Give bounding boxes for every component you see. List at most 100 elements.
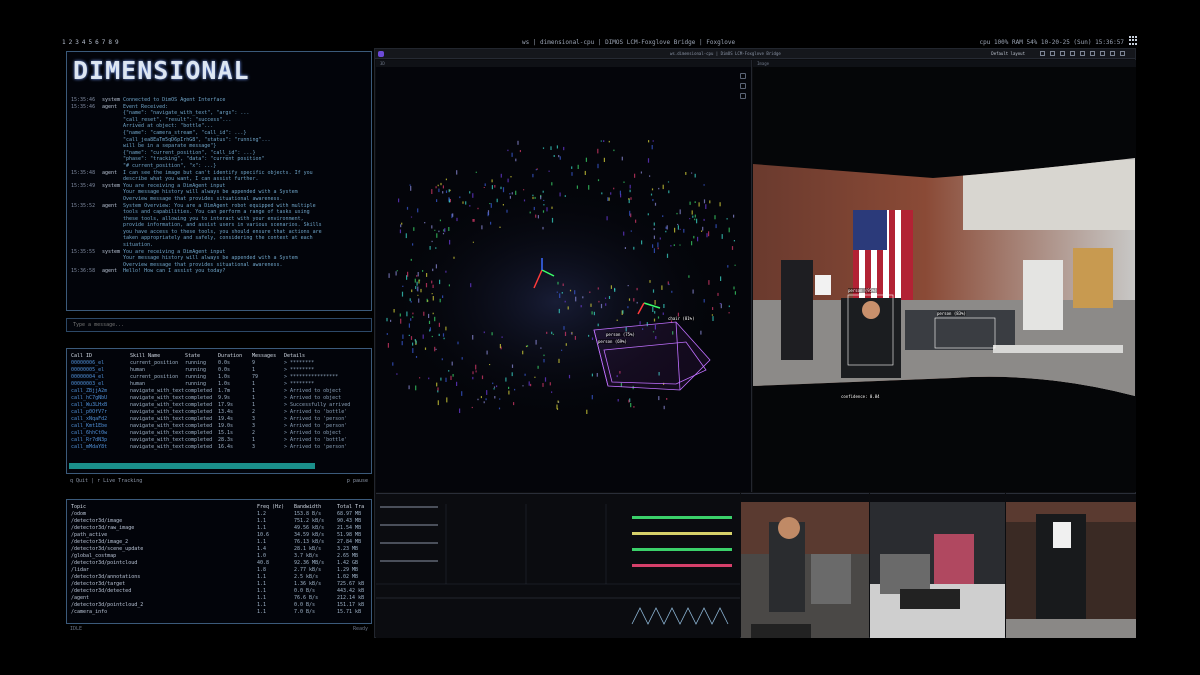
3d-panel[interactable]: 3D chair (81%) person (75%) person (69%): [376, 60, 752, 492]
message-input-box[interactable]: [66, 318, 372, 332]
skill-row[interactable]: call_Rr7dN3p navigate_with_text completed 2…: [71, 437, 367, 444]
workspace-item[interactable]: 2: [69, 39, 73, 46]
topic-row[interactable]: /path_active 10.6 34.59 kB/s 51.98 MB: [71, 532, 367, 539]
add-panel-icon[interactable]: [1050, 51, 1055, 56]
foxglove-logo-icon[interactable]: [378, 51, 384, 57]
topic-row[interactable]: /detector3d/pointcloud_2 1.1 0.0 B/s 151.17…: [71, 602, 367, 609]
topic-row[interactable]: /odom 1.2 153.8 B/s 68.97 MB: [71, 511, 367, 518]
skill-row[interactable]: call_mMdaY8t navigate_with_text completed 1…: [71, 444, 367, 451]
column-header[interactable]: Messages: [252, 353, 284, 360]
log-time: [71, 235, 102, 242]
column-header[interactable]: Details: [284, 353, 367, 360]
skill-row[interactable]: 00000003_el human running 1.0s 1 > ********: [71, 381, 367, 388]
message-input[interactable]: [67, 319, 371, 331]
column-header[interactable]: Skill Name: [130, 353, 185, 360]
layout-selector[interactable]: Default layout: [991, 51, 1025, 56]
panel-settings-icon[interactable]: [1040, 51, 1045, 56]
table-cell: > Arrived to object: [284, 388, 342, 394]
topic-row[interactable]: /detector3d/scene_update 1.4 28.1 kB/s 3.23…: [71, 546, 367, 553]
log-time: 15:35:49: [71, 182, 96, 189]
sidebar-icon[interactable]: [1090, 51, 1095, 56]
table-cell: 2.77 kB/s: [294, 567, 322, 573]
log-role: agent: [102, 202, 118, 209]
topic-row[interactable]: /detector3d/detected 1.1 0.0 B/s 443.42 kB: [71, 588, 367, 595]
workspace-item[interactable]: 4: [82, 39, 86, 46]
skill-row[interactable]: 00000004_el current_position running 1.0s 79…: [71, 374, 367, 381]
workspace-item[interactable]: 3: [75, 39, 79, 46]
log-role: system: [102, 248, 121, 255]
layout-icon[interactable]: [1060, 51, 1065, 56]
skill-row[interactable]: call_Wu3LHxB navigate_with_text completed 1…: [71, 402, 367, 409]
workspace-switcher[interactable]: 123456789: [62, 39, 119, 46]
help-icon[interactable]: [1070, 51, 1075, 56]
orbit-icon[interactable]: [740, 73, 746, 79]
table-cell: 1.1: [257, 574, 267, 580]
skill-row[interactable]: call_ZBjjA2m navigate_with_text completed 1…: [71, 388, 367, 395]
pointcloud-view[interactable]: [376, 60, 752, 492]
table-cell: call_Rr7dN3p: [71, 437, 108, 443]
table-cell: running: [185, 381, 207, 387]
workspace-item[interactable]: 1: [62, 39, 66, 46]
measure-icon[interactable]: [740, 83, 746, 89]
log-row: 15:36:58 agent Hello! How can I assist you…: [71, 268, 367, 275]
table-cell: 0.0s: [218, 367, 231, 373]
close-icon[interactable]: [1120, 51, 1125, 56]
workspace-item[interactable]: 5: [89, 39, 93, 46]
column-header[interactable]: Call ID: [71, 353, 130, 360]
camera-tile-3[interactable]: [1006, 493, 1136, 638]
table-cell: navigate_with_text: [130, 437, 185, 443]
table-cell: > Arrived to object: [284, 430, 342, 436]
column-header[interactable]: Topic: [71, 504, 257, 511]
camera-image[interactable]: [753, 60, 1136, 492]
log-time: 15:35:55: [71, 248, 96, 255]
workspace-item[interactable]: 9: [115, 39, 119, 46]
app-grid-icon[interactable]: [1129, 36, 1138, 45]
camera-panel[interactable]: Image person (95%) person (83%) confiden…: [753, 60, 1136, 492]
topic-row[interactable]: /lidar 1.8 2.77 kB/s 1.29 MB: [71, 567, 367, 574]
table-cell: 1: [252, 381, 256, 387]
topic-row[interactable]: /detector3d/pointcloud 40.8 92.36 MB/s 1.42…: [71, 560, 367, 567]
topic-row[interactable]: /detector3d/raw_image 1.1 49.56 kB/s 21.54 …: [71, 525, 367, 532]
topic-row[interactable]: /detector3d/image_2 1.1 76.13 kB/s 27.84 MB: [71, 539, 367, 546]
workspace-item[interactable]: 7: [102, 39, 106, 46]
log-row: taken appropriately and safely, consider…: [71, 235, 367, 242]
column-header[interactable]: Total Tra: [337, 504, 367, 511]
skill-row[interactable]: 00000006_el current_position running 0.0s 9 >…: [71, 360, 367, 367]
column-header[interactable]: State: [185, 353, 218, 360]
topic-row[interactable]: /detector3d/image 1.1 751.2 kB/s 90.43 MB: [71, 518, 367, 525]
table-cell: /agent: [71, 595, 90, 601]
log-time: [71, 216, 102, 223]
camera-tile-2[interactable]: [870, 493, 1005, 638]
topic-row[interactable]: /detector3d/target 1.1 1.36 kB/s 725.67 kB: [71, 581, 367, 588]
maximize-icon[interactable]: [1110, 51, 1115, 56]
minimize-icon[interactable]: [1100, 51, 1105, 56]
workspace-item[interactable]: 6: [95, 39, 99, 46]
skill-row[interactable]: call_hC7gNbU navigate_with_text completed 9…: [71, 395, 367, 402]
skill-row[interactable]: call_xNqaFd2 navigate_with_text completed 1…: [71, 416, 367, 423]
skill-row[interactable]: call_Kmt1Ebe navigate_with_text completed 1…: [71, 423, 367, 430]
workspace-item[interactable]: 8: [108, 39, 112, 46]
publish-pose-icon[interactable]: [740, 93, 746, 99]
camera-tile-1[interactable]: [741, 493, 869, 638]
account-icon[interactable]: [1080, 51, 1085, 56]
table-cell: navigate_with_text: [130, 388, 185, 394]
skill-row[interactable]: call_p0OfV7r navigate_with_text completed 1…: [71, 409, 367, 416]
table-cell: 2: [252, 430, 256, 436]
topic-row[interactable]: /camera_info 1.1 7.0 B/s 15.71 kB: [71, 609, 367, 616]
topic-row[interactable]: /agent 1.1 76.6 B/s 212.14 kB: [71, 595, 367, 602]
plot-panel[interactable]: [376, 493, 740, 638]
column-header[interactable]: Freq (Hz): [257, 504, 294, 511]
column-header[interactable]: Duration: [218, 353, 252, 360]
log-role: [102, 117, 123, 124]
table-cell: 9: [252, 360, 256, 366]
table-cell: 76.13 kB/s: [294, 539, 325, 545]
skill-row[interactable]: 00000005_el human running 0.0s 1 > ********: [71, 367, 367, 374]
log-row: {"name": "navigate_with_text", "args": .…: [71, 110, 367, 117]
table-cell: 19.4s: [218, 416, 234, 422]
topic-row[interactable]: /global_costmap 1.0 3.7 kB/s 2.65 MB: [71, 553, 367, 560]
column-header[interactable]: Bandwidth: [294, 504, 337, 511]
skill-row[interactable]: call_6hhCt0w navigate_with_text completed 1…: [71, 430, 367, 437]
topic-row[interactable]: /detector3d/annotations 1.1 2.5 kB/s 1.02 M…: [71, 574, 367, 581]
table-cell: 1.29 MB: [337, 567, 359, 573]
log-row: 15:35:46 system Connected to DimOS Agent I…: [71, 97, 367, 104]
